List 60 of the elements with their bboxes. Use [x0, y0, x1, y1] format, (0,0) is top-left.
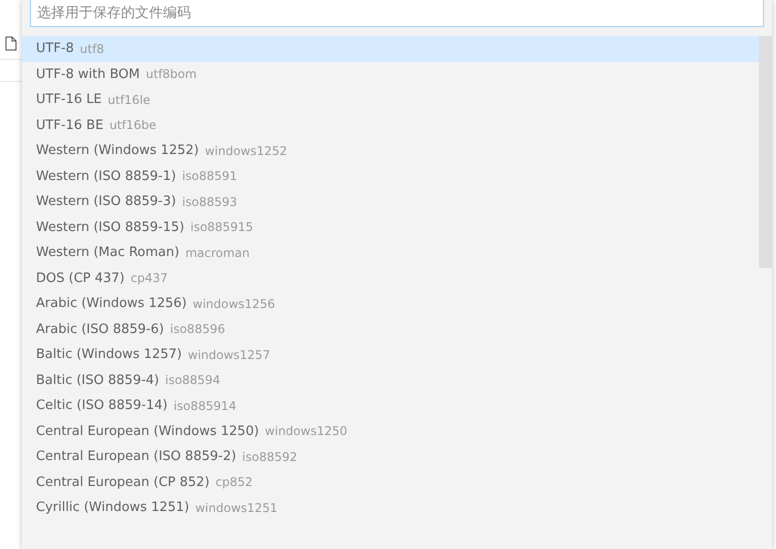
encoding-option[interactable]: DOS (CP 437) cp437: [22, 266, 759, 291]
encoding-label: Arabic (ISO 8859-6): [36, 320, 164, 338]
scrollbar-thumb[interactable]: [759, 36, 772, 268]
encoding-option[interactable]: Arabic (ISO 8859-6) iso88596: [22, 316, 759, 342]
encoding-label: UTF-8 with BOM: [36, 66, 140, 84]
encoding-option[interactable]: UTF-16 LE utf16le: [22, 87, 759, 112]
encoding-label: Central European (CP 852): [36, 474, 210, 492]
encoding-label: Western (Windows 1252): [36, 142, 199, 160]
encoding-label: Arabic (Windows 1256): [36, 295, 187, 313]
encoding-id: windows1250: [264, 423, 348, 440]
encoding-label: Western (ISO 8859-1): [36, 168, 176, 186]
encoding-label: Baltic (Windows 1257): [36, 346, 182, 364]
encoding-label: Cyrillic (Windows 1251): [36, 499, 190, 517]
encoding-option[interactable]: Celtic (ISO 8859-14) iso885914: [22, 393, 759, 418]
encoding-id: iso885915: [190, 219, 254, 236]
encoding-option[interactable]: Western (Windows 1252) windows1252: [22, 138, 759, 164]
encoding-id: utf16be: [109, 117, 156, 134]
encoding-option[interactable]: UTF-8 utf8: [22, 36, 759, 62]
encoding-id: iso88596: [170, 321, 226, 338]
encoding-label: Western (Mac Roman): [36, 244, 180, 262]
encoding-label: Central European (Windows 1250): [36, 422, 259, 440]
search-field[interactable]: 选择用于保存的文件编码: [30, 0, 764, 27]
encoding-id: iso88592: [242, 448, 298, 466]
encoding-label: UTF-16 LE: [36, 91, 102, 109]
encoding-option[interactable]: Western (ISO 8859-15) iso885915: [22, 214, 759, 240]
encoding-label: UTF-16 BE: [36, 116, 104, 134]
encoding-id: cp437: [130, 270, 168, 288]
encoding-label: UTF-8: [36, 40, 74, 58]
encoding-id: iso88594: [165, 372, 220, 390]
encoding-id: macroman: [185, 244, 250, 262]
encoding-option[interactable]: UTF-16 BE utf16be: [22, 112, 759, 138]
encoding-label: Central European (ISO 8859-2): [36, 448, 236, 466]
encoding-label: Celtic (ISO 8859-14): [36, 397, 168, 415]
encoding-id: iso88593: [182, 194, 238, 211]
encoding-option[interactable]: UTF-8 with BOM utf8bom: [22, 62, 759, 87]
encoding-id: windows1257: [188, 346, 270, 364]
encoding-option[interactable]: Central European (Windows 1250) windows1250: [22, 418, 759, 444]
encoding-id: windows1256: [192, 296, 276, 313]
encoding-id: iso88591: [182, 168, 238, 186]
encoding-id: iso885914: [174, 398, 236, 415]
encoding-option[interactable]: Cyrillic (Windows 1251) windows1251: [22, 495, 759, 520]
encoding-label: Baltic (ISO 8859-4): [36, 372, 160, 390]
encoding-option[interactable]: Western (ISO 8859-3) iso88593: [22, 189, 759, 214]
encoding-option[interactable]: Central European (CP 852) cp852: [22, 470, 759, 495]
encoding-option[interactable]: Central European (ISO 8859-2) iso88592: [22, 444, 759, 470]
encoding-id: windows1251: [195, 500, 278, 517]
encoding-label: DOS (CP 437): [36, 270, 125, 288]
encoding-option[interactable]: Western (Mac Roman) macroman: [22, 240, 759, 266]
encoding-id: utf16le: [108, 92, 150, 109]
file-icon[interactable]: [5, 36, 17, 51]
encoding-option[interactable]: Baltic (Windows 1257) windows1257: [22, 342, 759, 368]
encoding-option[interactable]: Arabic (Windows 1256) windows1256: [22, 291, 759, 316]
encoding-id: utf8: [80, 40, 104, 58]
encoding-label: Western (ISO 8859-15): [36, 218, 184, 236]
encoding-id: windows1252: [204, 142, 288, 160]
encoding-label: Western (ISO 8859-3): [36, 193, 176, 211]
encoding-option[interactable]: Western (ISO 8859-1) iso88591: [22, 164, 759, 189]
encoding-id: utf8bom: [146, 66, 197, 84]
encoding-option[interactable]: Baltic (ISO 8859-4) iso88594: [22, 368, 759, 393]
encoding-id: cp852: [216, 474, 253, 492]
